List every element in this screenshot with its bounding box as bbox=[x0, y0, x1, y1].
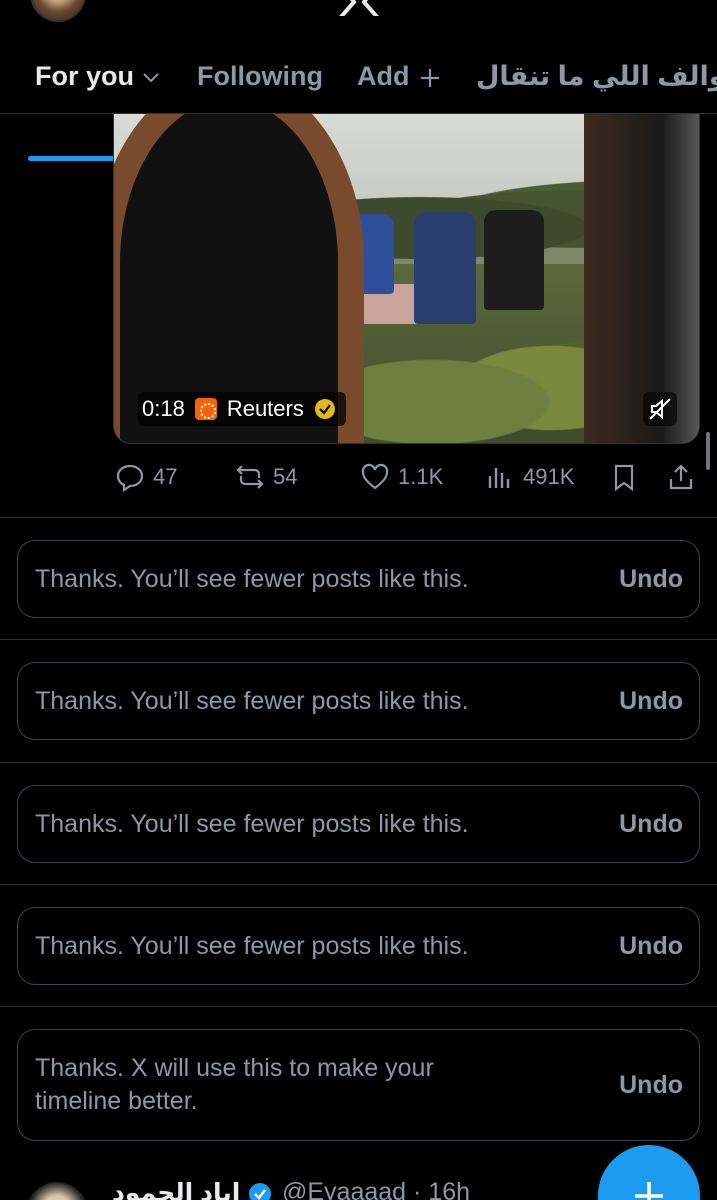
heart-icon bbox=[361, 463, 389, 490]
video-duration-badge: 0:18 Reuters bbox=[138, 392, 346, 426]
undo-button[interactable]: Undo bbox=[619, 810, 683, 839]
reply-icon bbox=[116, 464, 144, 492]
reply-button[interactable]: 47 bbox=[115, 455, 177, 499]
tab-for-you-label: For you bbox=[35, 61, 134, 91]
divider bbox=[0, 517, 717, 518]
share-button[interactable] bbox=[666, 455, 696, 499]
tab-custom-list[interactable]: السوالف اللي ما تنقال bbox=[476, 56, 717, 96]
next-post-author-name[interactable]: اياد الحمود bbox=[112, 1178, 240, 1200]
top-header: For you Following Add السوالف اللي ما تن… bbox=[0, 0, 717, 161]
undo-button[interactable]: Undo bbox=[619, 932, 683, 961]
feedback-card: Thanks. X will use this to make your tim… bbox=[17, 1029, 700, 1141]
undo-button[interactable]: Undo bbox=[619, 687, 683, 716]
video-scene-person bbox=[484, 210, 544, 310]
video-scene-arch bbox=[584, 114, 699, 443]
next-post-avatar[interactable] bbox=[26, 1182, 88, 1200]
like-button[interactable]: 1.1K bbox=[360, 455, 443, 499]
feedback-text: Thanks. You’ll see fewer posts like this… bbox=[35, 564, 469, 593]
bookmark-icon bbox=[614, 464, 634, 492]
tab-add[interactable]: Add bbox=[357, 56, 441, 96]
repost-count: 54 bbox=[273, 464, 298, 489]
divider bbox=[0, 884, 717, 885]
video-duration: 0:18 bbox=[142, 396, 185, 421]
post-action-bar: 47 54 1.1K 491K bbox=[113, 455, 700, 499]
feedback-card: Thanks. You’ll see fewer posts like this… bbox=[17, 540, 700, 618]
timeline-tabs: For you Following Add السوالف اللي ما تن… bbox=[0, 50, 717, 161]
x-logo-icon bbox=[339, 0, 379, 16]
feedback-text: Thanks. You’ll see fewer posts like this… bbox=[35, 931, 469, 960]
reuters-logo-icon bbox=[194, 398, 217, 420]
plus-icon bbox=[421, 68, 440, 87]
profile-avatar[interactable] bbox=[30, 0, 86, 22]
repost-icon bbox=[236, 465, 264, 489]
reply-count: 47 bbox=[153, 464, 178, 489]
tab-following[interactable]: Following bbox=[197, 56, 323, 96]
feedback-card: Thanks. You’ll see fewer posts like this… bbox=[17, 662, 700, 740]
like-count: 1.1K bbox=[398, 464, 444, 489]
view-count: 491K bbox=[523, 464, 575, 489]
compose-post-button[interactable] bbox=[598, 1145, 700, 1200]
tab-following-label: Following bbox=[197, 61, 323, 91]
views-button[interactable]: 491K bbox=[485, 455, 574, 499]
feedback-text: Thanks. You’ll see fewer posts like this… bbox=[35, 809, 469, 838]
chevron-down-icon bbox=[143, 73, 159, 83]
feedback-card: Thanks. You’ll see fewer posts like this… bbox=[17, 907, 700, 985]
undo-button[interactable]: Undo bbox=[619, 565, 683, 594]
plus-icon bbox=[635, 1182, 663, 1200]
undo-button[interactable]: Undo bbox=[619, 1071, 683, 1100]
divider bbox=[0, 1006, 717, 1007]
feedback-text: Thanks. X will use this to make your tim… bbox=[35, 1054, 434, 1115]
repost-button[interactable]: 54 bbox=[235, 455, 297, 499]
divider bbox=[0, 639, 717, 640]
tab-add-label: Add bbox=[357, 61, 410, 91]
tab-for-you[interactable]: For you bbox=[35, 56, 160, 96]
mute-icon[interactable] bbox=[643, 392, 677, 426]
divider bbox=[0, 762, 717, 763]
feedback-text: Thanks. You’ll see fewer posts like this… bbox=[35, 686, 469, 715]
tab-custom-list-label: السوالف اللي ما تنقال bbox=[476, 61, 717, 91]
verified-icon bbox=[249, 1183, 271, 1200]
views-chart-icon bbox=[488, 468, 510, 488]
bookmark-button[interactable] bbox=[609, 455, 639, 499]
share-icon bbox=[669, 464, 693, 490]
timeline-page: For you Following Add السوالف اللي ما تن… bbox=[0, 0, 717, 1200]
gold-verified-icon bbox=[314, 399, 335, 419]
post-video[interactable]: 0:18 Reuters bbox=[113, 114, 700, 444]
feedback-card: Thanks. You’ll see fewer posts like this… bbox=[17, 785, 700, 863]
next-post-handle: @Eyaaaad · 16h bbox=[282, 1178, 471, 1200]
video-source: Reuters bbox=[226, 396, 304, 421]
scrollbar[interactable] bbox=[706, 432, 710, 470]
